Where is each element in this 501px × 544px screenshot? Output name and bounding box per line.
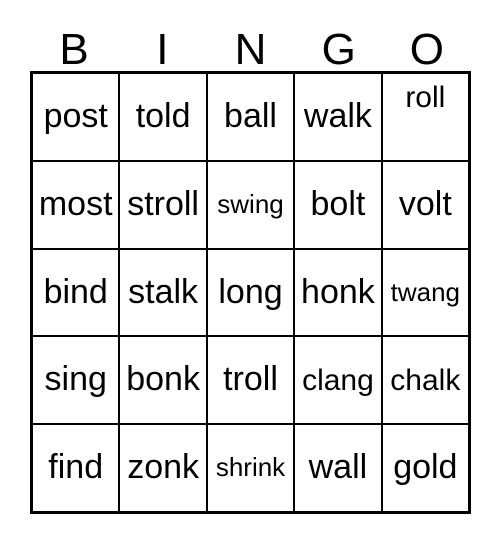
bingo-cell-word: volt: [398, 184, 452, 223]
bingo-cell-word: troll: [223, 360, 278, 399]
bingo-cell-word: bolt: [310, 184, 366, 223]
bingo-cell-r2c5[interactable]: volt: [383, 162, 468, 248]
bingo-cell-r5c5[interactable]: gold: [383, 425, 468, 511]
bingo-cell-r4c1[interactable]: sing: [33, 337, 121, 424]
bingo-row: find zonk shrink wall gold: [33, 425, 468, 511]
bingo-cell-r3c3[interactable]: long: [208, 249, 296, 336]
bingo-cell-r1c5[interactable]: roll: [383, 74, 468, 160]
bingo-cell-word: stalk: [128, 272, 199, 311]
bingo-cell-r4c2[interactable]: bonk: [120, 337, 208, 424]
bingo-header-letter: I: [156, 25, 169, 75]
bingo-cell-r1c4[interactable]: walk: [295, 74, 383, 160]
bingo-grid: post told ball walk roll most stroll swing bolt v…: [30, 71, 471, 514]
bingo-cell-r2c3[interactable]: swing: [208, 161, 296, 248]
bingo-cell-word: most: [38, 184, 113, 223]
bingo-cell-word: bind: [43, 272, 108, 311]
bingo-cell-r2c4[interactable]: bolt: [295, 161, 383, 248]
bingo-cell-word: roll: [405, 81, 446, 114]
bingo-cell-word: twang: [390, 276, 461, 307]
bingo-header-cell-i: I: [118, 14, 206, 75]
bingo-cell-word: shrink: [215, 452, 286, 483]
bingo-cell-word: swing: [217, 189, 284, 220]
bingo-cell-word: post: [43, 97, 108, 136]
bingo-cell-word: told: [135, 97, 191, 136]
bingo-row: bind stalk long honk twang: [33, 249, 468, 338]
bingo-cell-word: honk: [301, 272, 375, 311]
bingo-cell-r4c4[interactable]: clang: [295, 337, 383, 424]
bingo-cell-word: bonk: [126, 360, 200, 399]
bingo-cell-word: long: [218, 272, 283, 311]
bingo-cell-r2c2[interactable]: stroll: [120, 161, 208, 248]
bingo-cell-r4c5[interactable]: chalk: [383, 337, 468, 423]
bingo-cell-word: find: [48, 448, 104, 487]
bingo-cell-r3c1[interactable]: bind: [33, 249, 121, 336]
bingo-cell-r5c3[interactable]: shrink: [208, 425, 296, 511]
bingo-cell-r1c3[interactable]: ball: [208, 74, 296, 160]
bingo-cell-word: zonk: [127, 448, 200, 487]
bingo-cell-r3c2[interactable]: stalk: [120, 249, 208, 336]
bingo-header-cell-o: O: [383, 14, 471, 75]
bingo-row: sing bonk troll clang chalk: [33, 337, 468, 426]
bingo-header-letter: B: [59, 25, 89, 75]
bingo-cell-word: clang: [302, 363, 374, 397]
bingo-cell-r3c5[interactable]: twang: [383, 250, 468, 336]
bingo-cell-word: sing: [44, 360, 107, 399]
bingo-card: B I N G O post told ball walk roll most stroll swin…: [0, 0, 501, 544]
bingo-row: post told ball walk roll: [33, 74, 468, 162]
bingo-header-letter: N: [234, 25, 267, 75]
bingo-cell-word: ball: [224, 97, 277, 136]
bingo-header-letter: O: [409, 25, 445, 75]
bingo-cell-word: gold: [393, 448, 458, 487]
bingo-header-row: BINGO: [30, 14, 471, 75]
bingo-cell-word: chalk: [390, 363, 461, 397]
bingo-cell-r1c1[interactable]: post: [33, 74, 121, 160]
bingo-cell-r5c1[interactable]: find: [33, 425, 121, 511]
bingo-header-cell-g: G: [295, 14, 383, 75]
bingo-cell-word: stroll: [127, 184, 199, 223]
bingo-cell-r3c4[interactable]: honk: [295, 249, 383, 336]
bingo-header-cell-b: B: [30, 14, 118, 75]
bingo-cell-word: wall: [308, 448, 368, 487]
bingo-cell-r1c2[interactable]: told: [120, 74, 208, 160]
bingo-cell-r2c1[interactable]: most: [33, 161, 121, 248]
bingo-cell-word: walk: [303, 97, 372, 136]
bingo-header-cell-n: N: [206, 14, 294, 75]
bingo-row: most stroll swing bolt volt: [33, 161, 468, 250]
bingo-cell-r5c4[interactable]: wall: [295, 425, 383, 511]
bingo-cell-r4c3[interactable]: troll: [208, 337, 296, 424]
bingo-header-letter: G: [321, 25, 356, 75]
bingo-cell-r5c2[interactable]: zonk: [120, 425, 208, 511]
